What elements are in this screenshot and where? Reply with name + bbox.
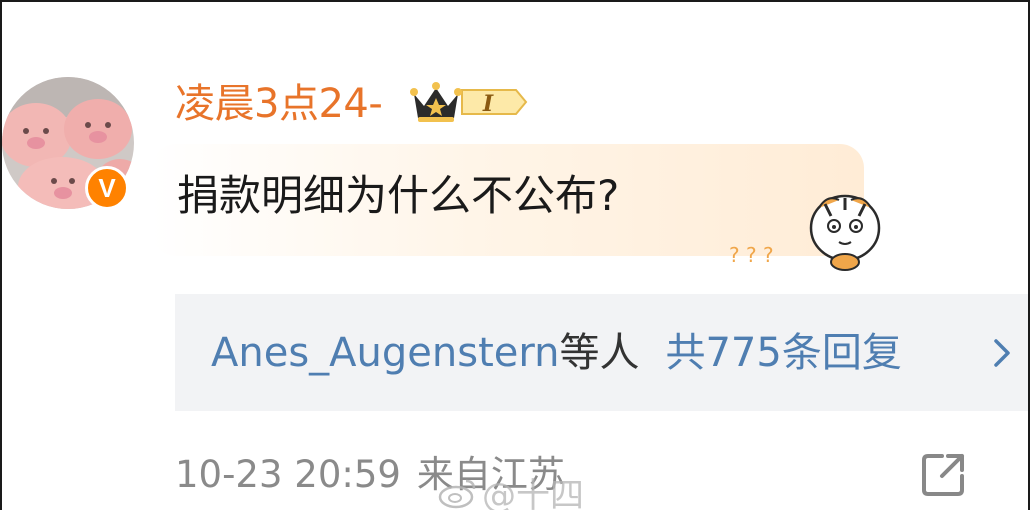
weibo-watermark: @十四 xyxy=(438,468,584,510)
chevron-right-icon[interactable] xyxy=(990,336,1014,370)
replies-line: Anes_Augenstern等人 共775条回复 xyxy=(211,324,902,382)
reply-count-link[interactable]: 共775条回复 xyxy=(665,330,901,376)
reply-users-suffix: 等人 xyxy=(559,330,640,376)
replies-summary[interactable]: Anes_Augenstern等人 共775条回复 xyxy=(175,294,1028,411)
crown-vip-badge-icon[interactable]: I xyxy=(410,80,528,124)
verified-v-icon: V xyxy=(85,166,129,210)
tiger-sticker: ? ? ? xyxy=(727,190,887,272)
watermark-text: @十四 xyxy=(482,476,584,510)
timestamp: 10-23 20:59 xyxy=(175,453,401,496)
reply-users-link[interactable]: Anes_Augenstern xyxy=(211,330,559,376)
sticker-question-marks: ? ? ? xyxy=(729,243,774,267)
comment-text: 捐款明细为什么不公布? xyxy=(177,171,620,220)
username[interactable]: 凌晨3点24- xyxy=(175,76,383,132)
weibo-logo-icon xyxy=(438,479,476,508)
vip-level: I xyxy=(482,91,494,117)
comment-card: V 凌晨3点24- I 捐款明细为什么不公布? ? ? ? Anes_Augen… xyxy=(0,0,1030,510)
share-external-icon[interactable] xyxy=(920,450,968,498)
